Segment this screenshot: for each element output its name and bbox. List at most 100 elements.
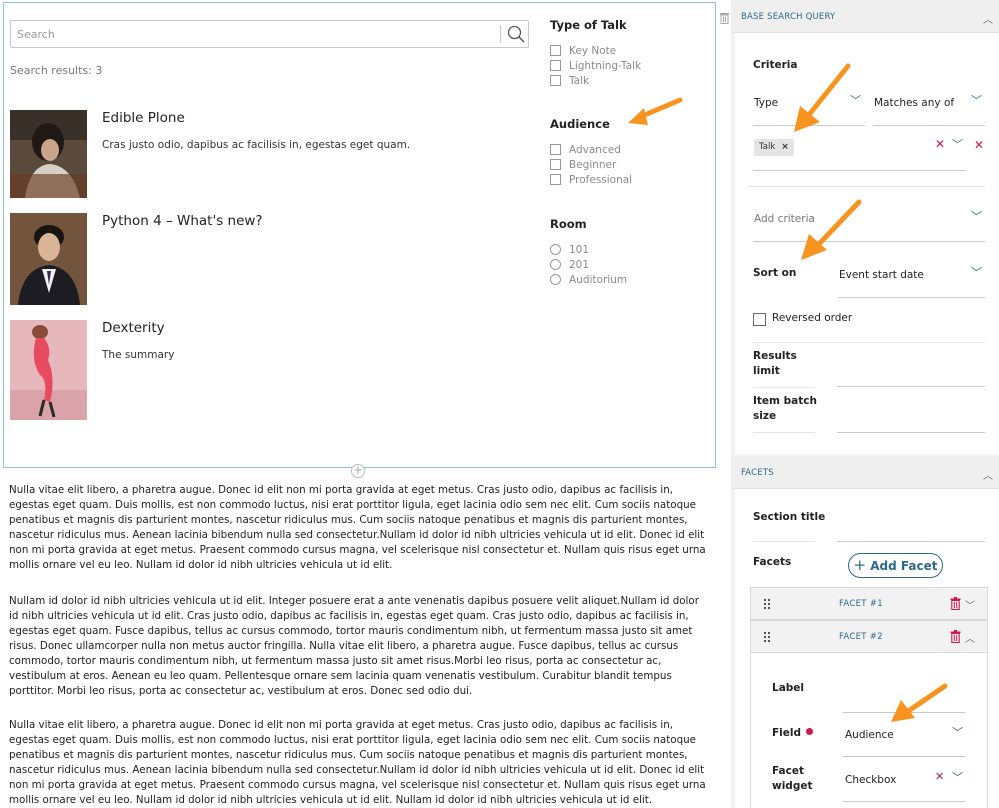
- chevron-down-icon[interactable]: ﹀: [965, 597, 975, 612]
- checkbox[interactable]: [550, 159, 561, 170]
- checkbox[interactable]: [550, 75, 561, 86]
- chevron-down-icon[interactable]: ﹀: [952, 724, 963, 740]
- facet-options-audience: Advanced Beginner Professional: [550, 142, 632, 187]
- facet-option[interactable]: Talk: [550, 73, 641, 88]
- criteria-value-chip[interactable]: Talk ×: [754, 139, 794, 156]
- trash-icon[interactable]: [950, 597, 961, 610]
- criteria-operation-select[interactable]: Matches any of: [874, 97, 954, 109]
- annotation-arrow-icon: [891, 683, 948, 722]
- facet-option[interactable]: Lightning-Talk: [550, 58, 641, 73]
- result-image-edible-plone[interactable]: [10, 110, 87, 198]
- chevron-down-icon[interactable]: ﹀: [952, 769, 963, 785]
- chip-label: Talk: [759, 142, 776, 152]
- divider: [753, 541, 815, 542]
- drag-handle-icon[interactable]: [763, 598, 771, 610]
- checkbox[interactable]: [550, 60, 561, 71]
- drag-handle-icon[interactable]: [763, 631, 771, 643]
- facet-option[interactable]: 201: [550, 257, 627, 272]
- radio[interactable]: [550, 274, 561, 285]
- sort-on-select[interactable]: Event start date: [839, 269, 924, 281]
- facet-item-title: FACET #1: [839, 599, 883, 609]
- add-facet-label: Add Facet: [870, 559, 938, 573]
- result-description: The summary: [102, 349, 175, 361]
- divider: [753, 342, 985, 343]
- checkbox[interactable]: [550, 45, 561, 56]
- text-paragraph: Nullam id dolor id nibh ultricies vehicu…: [9, 595, 699, 697]
- annotation-arrow-icon: [794, 63, 851, 132]
- facet-item-2[interactable]: FACET #2 ︿: [750, 620, 988, 653]
- item-batch-size-input[interactable]: [837, 432, 985, 433]
- facet-widget-label: Facet widget: [772, 765, 813, 792]
- trash-icon[interactable]: [950, 630, 961, 643]
- divider: [747, 186, 985, 187]
- delete-block-icon[interactable]: [719, 9, 730, 24]
- chevron-up-icon[interactable]: ︿: [983, 467, 993, 482]
- search-icon[interactable]: [505, 23, 527, 45]
- result-image-python[interactable]: [10, 213, 87, 305]
- facet-option-label: 201: [569, 258, 590, 271]
- annotation-arrow-icon: [801, 199, 862, 260]
- facet-options-room: 101 201 Auditorium: [550, 242, 627, 287]
- clear-value-icon[interactable]: ✕: [935, 770, 944, 783]
- field-underline: [753, 241, 985, 242]
- field-underline: [838, 297, 985, 298]
- facet-option[interactable]: Key Note: [550, 43, 641, 58]
- facets-header[interactable]: FACETS ︿: [731, 456, 999, 489]
- chevron-down-icon[interactable]: ﹀: [971, 264, 982, 280]
- result-image-dexterity[interactable]: [10, 320, 87, 420]
- result-title[interactable]: Edible Plone: [102, 110, 185, 126]
- facet-option[interactable]: Beginner: [550, 157, 632, 172]
- field-label-text: Field: [772, 727, 802, 739]
- facet-option[interactable]: Advanced: [550, 142, 632, 157]
- text-paragraph: Nulla vitae elit libero, a pharetra augu…: [9, 719, 706, 806]
- chip-remove-icon[interactable]: ×: [781, 142, 789, 152]
- facet-widget-select[interactable]: Checkbox: [845, 774, 896, 786]
- checkbox[interactable]: [550, 144, 561, 155]
- facet-option-label: Lightning-Talk: [569, 59, 642, 72]
- facet-option[interactable]: 101: [550, 242, 627, 257]
- result-description: Cras justo odio, dapibus ac facilisis in…: [102, 139, 411, 151]
- results-limit-label: Results limit: [753, 350, 797, 377]
- divider: [753, 432, 815, 433]
- search-input[interactable]: [17, 24, 497, 44]
- criteria-type-select[interactable]: Type: [754, 97, 778, 109]
- add-facet-button[interactable]: + Add Facet: [848, 553, 943, 578]
- reversed-order-checkbox[interactable]: [753, 313, 766, 326]
- section-title-input[interactable]: [837, 541, 985, 542]
- result-title[interactable]: Dexterity: [102, 320, 165, 336]
- chevron-down-icon[interactable]: ﹀: [971, 92, 982, 108]
- annotation-arrow-icon: [628, 97, 683, 125]
- results-limit-input[interactable]: [837, 386, 985, 387]
- remove-criteria-icon[interactable]: ✕: [974, 138, 984, 152]
- radio[interactable]: [550, 259, 561, 270]
- text-paragraph: Nulla vitae elit libero, a pharetra augu…: [9, 484, 706, 571]
- radio[interactable]: [550, 244, 561, 255]
- clear-values-icon[interactable]: ✕: [935, 137, 945, 151]
- reversed-order-label: Reversed order: [772, 312, 853, 324]
- field-underline: [843, 756, 965, 757]
- field-label: Field: [772, 727, 814, 739]
- facet-option[interactable]: Professional: [550, 172, 632, 187]
- search-divider: [500, 25, 501, 43]
- section-title: FACETS: [741, 468, 774, 478]
- item-batch-size-label: Item batch size: [753, 395, 817, 422]
- base-search-query-header[interactable]: BASE SEARCH QUERY ︿: [731, 0, 999, 33]
- facet-option[interactable]: Auditorium: [550, 272, 627, 287]
- result-title[interactable]: Python 4 – What's new?: [102, 213, 263, 229]
- chevron-up-icon[interactable]: ︿: [965, 630, 975, 645]
- plus-icon: +: [853, 556, 867, 574]
- chevron-down-icon[interactable]: ﹀: [952, 136, 963, 152]
- divider: [753, 387, 815, 388]
- add-block-icon[interactable]: +: [351, 464, 365, 478]
- facet-item-1[interactable]: FACET #1 ﹀: [750, 587, 988, 620]
- field-select[interactable]: Audience: [845, 729, 894, 741]
- facet-option-label: Advanced: [569, 143, 621, 156]
- facet-option-label: Professional: [569, 173, 633, 186]
- checkbox[interactable]: [550, 174, 561, 185]
- facet-option-label: Key Note: [569, 44, 617, 57]
- chevron-down-icon[interactable]: ﹀: [971, 208, 982, 224]
- section-title-label: Section title: [753, 511, 826, 523]
- chevron-up-icon[interactable]: ︿: [983, 11, 993, 26]
- facet-title-room: Room: [550, 217, 587, 231]
- facet-option-label: Talk: [569, 74, 590, 87]
